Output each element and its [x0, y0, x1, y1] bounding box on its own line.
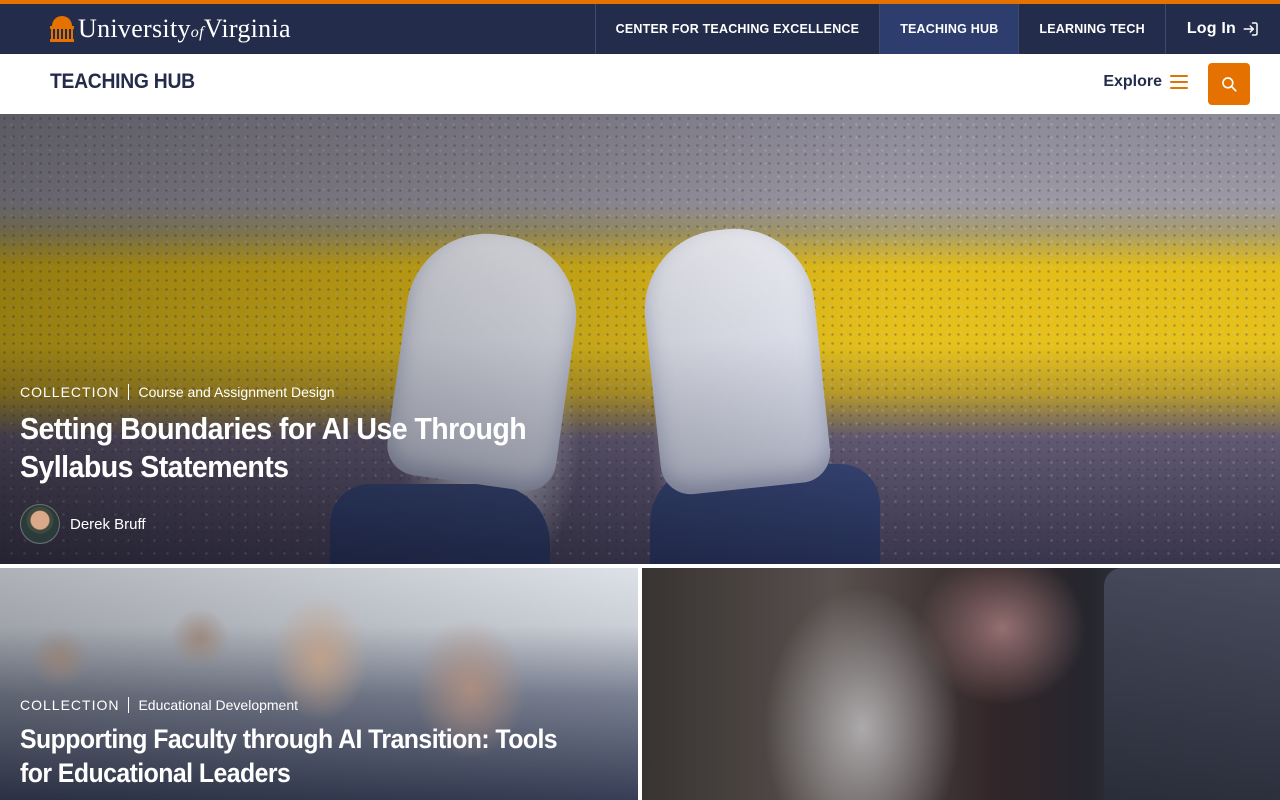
- hero-category-link[interactable]: Course and Assignment Design: [138, 384, 334, 400]
- logo-virginia: Virginia: [203, 14, 291, 43]
- feature-card[interactable]: COLLECTION Educational Development Suppo…: [0, 568, 638, 800]
- hero-author[interactable]: Derek Bruff: [20, 504, 580, 544]
- search-icon: [1222, 77, 1237, 92]
- meta-divider: [128, 697, 130, 713]
- author-name: Derek Bruff: [70, 515, 146, 533]
- feature-card-image-only[interactable]: [642, 568, 1280, 800]
- hero-title-link[interactable]: Setting Boundaries for AI Use Through Sy…: [20, 410, 572, 486]
- top-nav-center-for-teaching-excellence[interactable]: CENTER FOR TEACHING EXCELLENCE: [594, 4, 880, 54]
- top-nav: CENTER FOR TEACHING EXCELLENCE TEACHING …: [594, 4, 1280, 54]
- explore-label: Explore: [1103, 73, 1162, 90]
- hamburger-menu-icon: [1170, 75, 1188, 89]
- card-type-label: COLLECTION: [20, 697, 120, 713]
- hero-meta: COLLECTION Course and Assignment Design: [20, 384, 580, 400]
- logo-wordmark: UniversityofVirginia: [78, 14, 291, 44]
- hero-feature[interactable]: COLLECTION Course and Assignment Design …: [0, 114, 1280, 564]
- login-button[interactable]: Log In: [1164, 4, 1280, 54]
- login-arrow-icon: [1243, 22, 1258, 36]
- rotunda-icon: [50, 16, 74, 42]
- card-title-link[interactable]: Supporting Faculty through AI Transition…: [20, 722, 590, 790]
- card-content: COLLECTION Educational Development Suppo…: [20, 697, 580, 790]
- top-nav-learning-tech[interactable]: LEARNING TECH: [1018, 4, 1164, 54]
- meta-divider: [128, 384, 130, 400]
- site-title[interactable]: TEACHING HUB: [50, 70, 195, 94]
- login-label: Log In: [1186, 20, 1236, 37]
- hero-content: COLLECTION Course and Assignment Design …: [20, 384, 580, 544]
- explore-menu-button[interactable]: Explore: [1103, 73, 1188, 91]
- logo-of: of: [190, 24, 204, 41]
- card-category-link[interactable]: Educational Development: [138, 697, 298, 713]
- hero-type-label: COLLECTION: [20, 384, 120, 400]
- uva-logo[interactable]: UniversityofVirginia: [50, 14, 291, 44]
- logo-university: University: [78, 14, 191, 43]
- global-header: UniversityofVirginia CENTER FOR TEACHING…: [0, 0, 1280, 54]
- top-nav-teaching-hub[interactable]: TEACHING HUB: [879, 4, 1019, 54]
- avatar: [20, 504, 60, 544]
- site-header: TEACHING HUB Explore: [0, 54, 1280, 114]
- search-button[interactable]: [1208, 63, 1250, 105]
- card-meta: COLLECTION Educational Development: [20, 697, 580, 713]
